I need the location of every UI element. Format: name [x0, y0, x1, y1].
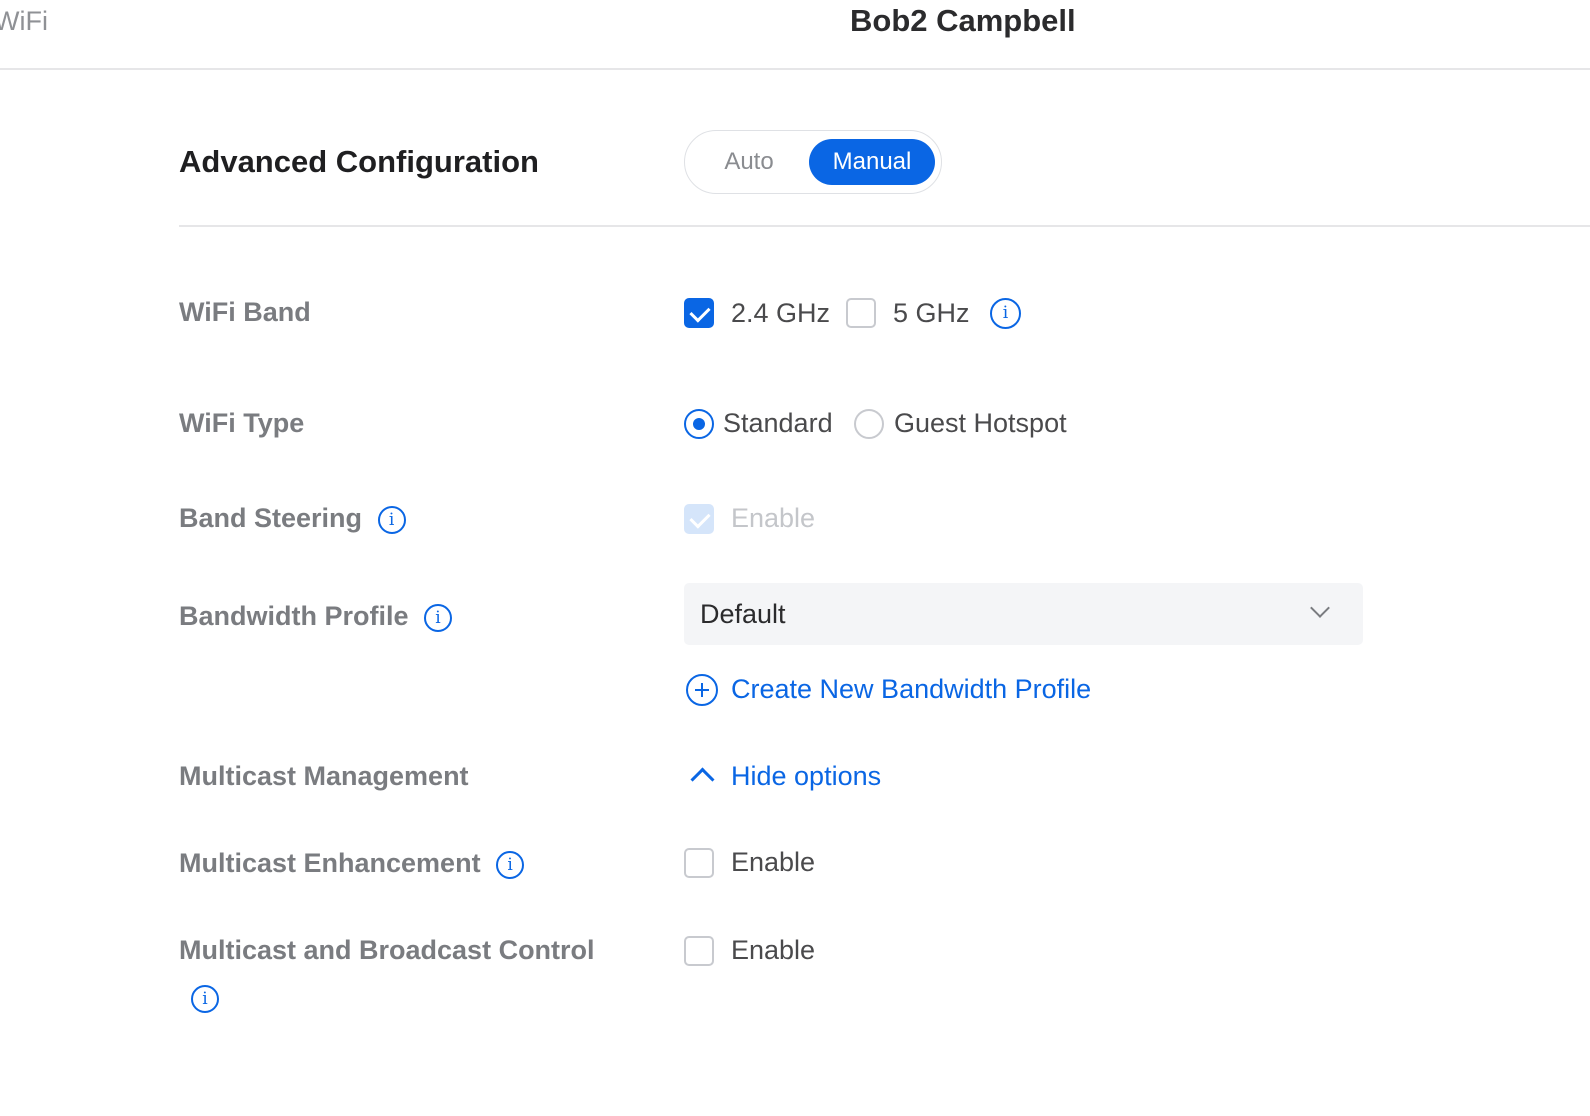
hide-options-toggle[interactable]: Hide options	[731, 761, 881, 792]
multicast-broadcast-control-label: Multicast and Broadcast Control	[179, 935, 595, 966]
bandwidth-profile-label: Bandwidth Profile i	[179, 601, 453, 632]
wifi-type-guest-hotspot-label: Guest Hotspot	[894, 408, 1067, 438]
mode-auto-button[interactable]: Auto	[693, 139, 805, 185]
checkmark-icon	[689, 507, 711, 529]
multicast-enhancement-label: Multicast Enhancement i	[179, 848, 525, 879]
multicast-broadcast-control-enable-label: Enable	[731, 935, 816, 965]
multicast-enhancement-label-text: Multicast Enhancement	[179, 848, 481, 878]
multicast-management-label: Multicast Management	[179, 761, 469, 792]
band-2-4ghz-checkbox[interactable]	[684, 298, 714, 328]
section-divider	[179, 225, 1590, 227]
mode-manual-button[interactable]: Manual	[809, 139, 935, 185]
top-bar: WiFi Bob2 Campbell	[0, 0, 1590, 70]
wifi-band-label: WiFi Band	[179, 297, 311, 328]
wifi-type-standard-radio[interactable]	[684, 409, 714, 439]
band-5ghz-checkbox[interactable]	[846, 298, 876, 328]
bandwidth-profile-selected-value: Default	[700, 599, 786, 629]
band-steering-label: Band Steering i	[179, 503, 406, 534]
chevron-up-icon[interactable]	[690, 767, 715, 792]
multicast-broadcast-control-checkbox[interactable]	[684, 936, 714, 966]
multicast-broadcast-control-label-text: Multicast and Broadcast Control	[179, 935, 595, 965]
info-icon[interactable]: i	[424, 603, 453, 632]
band-steering-label-text: Band Steering	[179, 503, 363, 533]
multicast-management-label-text: Multicast Management	[179, 761, 469, 791]
create-bandwidth-profile-link[interactable]: Create New Bandwidth Profile	[731, 674, 1091, 705]
info-icon[interactable]: i	[191, 985, 219, 1013]
wifi-type-guest-hotspot-radio[interactable]	[854, 409, 884, 439]
section-title: Advanced Configuration	[179, 144, 539, 179]
bandwidth-profile-select[interactable]: Default	[684, 583, 1363, 645]
radio-dot-icon	[693, 418, 705, 430]
wifi-type-label: WiFi Type	[179, 408, 304, 439]
info-icon[interactable]: i	[496, 850, 525, 879]
multicast-enhancement-enable-label: Enable	[731, 847, 816, 877]
chevron-down-icon	[1310, 598, 1330, 618]
wifi-type-label-text: WiFi Type	[179, 408, 305, 438]
band-steering-checkbox[interactable]	[684, 504, 714, 534]
multicast-enhancement-checkbox[interactable]	[684, 848, 714, 878]
band-steering-enable-label: Enable	[731, 503, 816, 533]
page-title: Bob2 Campbell	[850, 3, 1076, 38]
bandwidth-profile-label-text: Bandwidth Profile	[179, 601, 409, 631]
mode-segmented-control: Auto Manual	[684, 130, 942, 194]
checkmark-icon	[689, 301, 711, 323]
back-link-wifi[interactable]: WiFi	[0, 6, 48, 37]
plus-circle-icon[interactable]	[686, 674, 718, 706]
wifi-band-label-text: WiFi Band	[179, 297, 311, 327]
wifi-type-standard-label: Standard	[723, 408, 833, 438]
band-5ghz-label: 5 GHz	[893, 298, 970, 328]
info-icon[interactable]: i	[990, 298, 1021, 329]
info-icon[interactable]: i	[377, 505, 406, 534]
band-2-4ghz-label: 2.4 GHz	[731, 298, 831, 328]
